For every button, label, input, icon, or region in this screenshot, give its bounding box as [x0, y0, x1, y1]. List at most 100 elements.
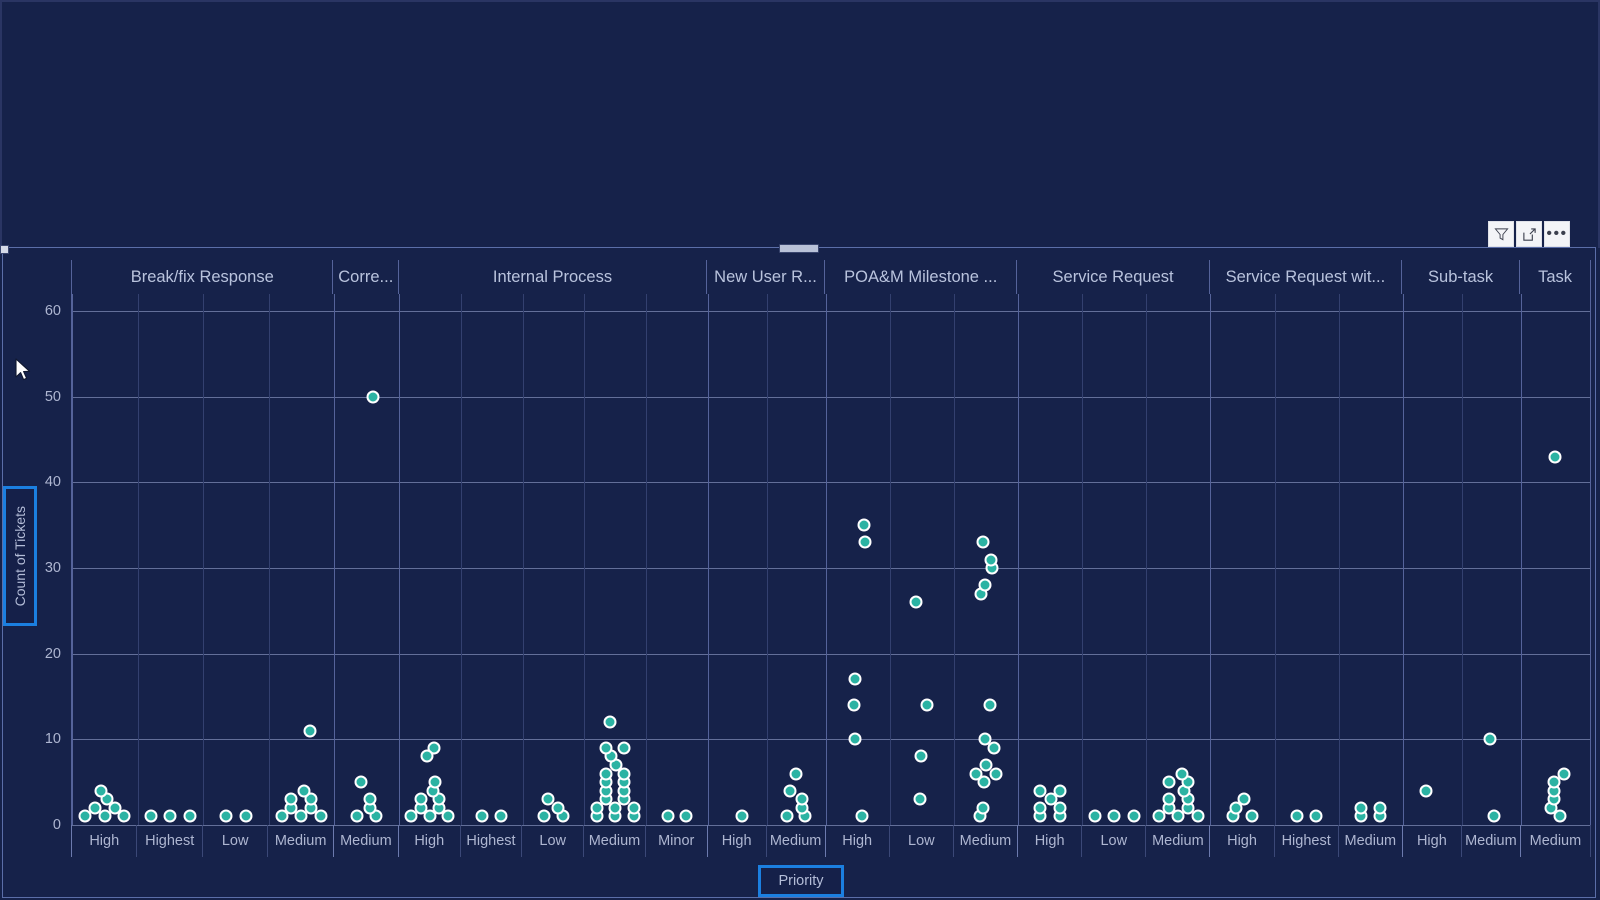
data-point[interactable] [366, 390, 380, 404]
x-axis-category[interactable]: Medium [1460, 825, 1520, 857]
x-axis-category[interactable]: High [1017, 825, 1081, 857]
data-point[interactable] [1557, 767, 1571, 781]
data-point[interactable] [1483, 732, 1497, 746]
data-point[interactable] [1053, 784, 1067, 798]
data-point[interactable] [1162, 775, 1176, 789]
x-axis-category[interactable]: Medium [765, 825, 825, 857]
data-point[interactable] [978, 732, 992, 746]
x-axis-category[interactable]: Medium [952, 825, 1017, 857]
data-point[interactable] [144, 809, 158, 823]
data-point[interactable] [795, 792, 809, 806]
x-axis-category[interactable]: Low [521, 825, 583, 857]
data-point[interactable] [297, 784, 311, 798]
data-point[interactable] [414, 792, 428, 806]
x-axis-category[interactable]: High [397, 825, 460, 857]
data-point[interactable] [239, 809, 253, 823]
data-point[interactable] [1354, 801, 1368, 815]
x-axis-category[interactable]: Highest [136, 825, 201, 857]
x-axis-category[interactable]: High [824, 825, 889, 857]
x-axis-category[interactable]: Medium [1519, 825, 1591, 857]
data-point[interactable] [848, 732, 862, 746]
data-point[interactable] [1487, 809, 1501, 823]
data-point[interactable] [1309, 809, 1323, 823]
data-point[interactable] [984, 553, 998, 566]
x-axis-category[interactable]: Minor [644, 825, 707, 857]
focus-mode-icon[interactable] [1516, 221, 1542, 247]
data-point[interactable] [857, 518, 871, 532]
data-point[interactable] [1033, 784, 1047, 798]
x-axis-category[interactable]: High [706, 825, 766, 857]
data-point[interactable] [1127, 809, 1140, 823]
data-point[interactable] [1162, 792, 1176, 806]
data-point[interactable] [314, 809, 328, 823]
data-point[interactable] [978, 578, 992, 592]
data-point[interactable] [494, 809, 508, 823]
y-axis-title[interactable]: Count of Tickets [3, 486, 37, 626]
data-point[interactable] [617, 741, 631, 755]
data-point[interactable] [848, 672, 862, 686]
plot-area[interactable] [71, 294, 1591, 826]
data-point[interactable] [909, 595, 923, 609]
x-axis-category[interactable]: High [1209, 825, 1273, 857]
data-point[interactable] [920, 698, 934, 712]
data-point[interactable] [541, 792, 555, 806]
data-point[interactable] [789, 767, 803, 781]
data-point[interactable] [914, 749, 928, 763]
data-point[interactable] [475, 809, 489, 823]
data-point[interactable] [537, 809, 551, 823]
x-axis-category[interactable]: High [1401, 825, 1461, 857]
data-point[interactable] [284, 792, 298, 806]
data-point[interactable] [1373, 801, 1387, 815]
data-point[interactable] [1548, 450, 1562, 464]
data-point[interactable] [1237, 792, 1251, 806]
x-axis-category[interactable]: Low [201, 825, 267, 857]
data-point[interactable] [1175, 767, 1189, 781]
data-point[interactable] [679, 809, 693, 823]
data-point[interactable] [1419, 784, 1433, 798]
data-point[interactable] [603, 715, 617, 729]
data-point[interactable] [303, 724, 317, 738]
data-point[interactable] [363, 792, 377, 806]
x-axis-category[interactable]: Medium [332, 825, 398, 857]
more-options-icon[interactable]: ••• [1544, 221, 1570, 247]
data-point[interactable] [420, 749, 434, 763]
data-point[interactable] [783, 784, 797, 798]
x-axis-category[interactable]: Highest [459, 825, 522, 857]
x-axis-category[interactable]: Low [1081, 825, 1145, 857]
data-point[interactable] [219, 809, 233, 823]
data-point[interactable] [163, 809, 177, 823]
filter-icon[interactable] [1488, 221, 1514, 247]
x-axis-title[interactable]: Priority [758, 865, 844, 897]
data-point[interactable] [94, 784, 108, 798]
data-point[interactable] [599, 741, 613, 755]
data-point[interactable] [428, 775, 442, 789]
data-point[interactable] [976, 535, 990, 549]
x-axis-category[interactable]: Medium [1145, 825, 1209, 857]
x-axis-category[interactable]: Medium [1337, 825, 1402, 857]
data-point[interactable] [350, 809, 364, 823]
data-point[interactable] [354, 775, 368, 789]
scatter-chart-visual[interactable]: Break/fix Response Corre... Internal Proce… [0, 244, 1596, 898]
data-point[interactable] [661, 809, 675, 823]
data-point[interactable] [979, 758, 993, 772]
data-point[interactable] [1107, 809, 1121, 823]
x-axis-category[interactable]: Low [888, 825, 953, 857]
data-point[interactable] [855, 809, 869, 823]
data-point[interactable] [780, 809, 794, 823]
data-point[interactable] [183, 809, 197, 823]
data-point[interactable] [847, 698, 861, 712]
data-point[interactable] [983, 698, 997, 712]
data-point[interactable] [88, 801, 102, 815]
data-point[interactable] [1290, 809, 1304, 823]
data-point[interactable] [117, 809, 131, 823]
x-axis-category[interactable]: Highest [1273, 825, 1338, 857]
data-point[interactable] [858, 535, 872, 549]
data-point[interactable] [976, 801, 990, 815]
data-point[interactable] [551, 801, 565, 815]
data-point[interactable] [735, 809, 749, 823]
data-point[interactable] [913, 792, 927, 806]
data-point[interactable] [1088, 809, 1102, 823]
x-axis-category[interactable]: Medium [583, 825, 645, 857]
x-axis-category[interactable]: Medium [267, 825, 332, 857]
x-axis-category[interactable]: High [71, 825, 136, 857]
